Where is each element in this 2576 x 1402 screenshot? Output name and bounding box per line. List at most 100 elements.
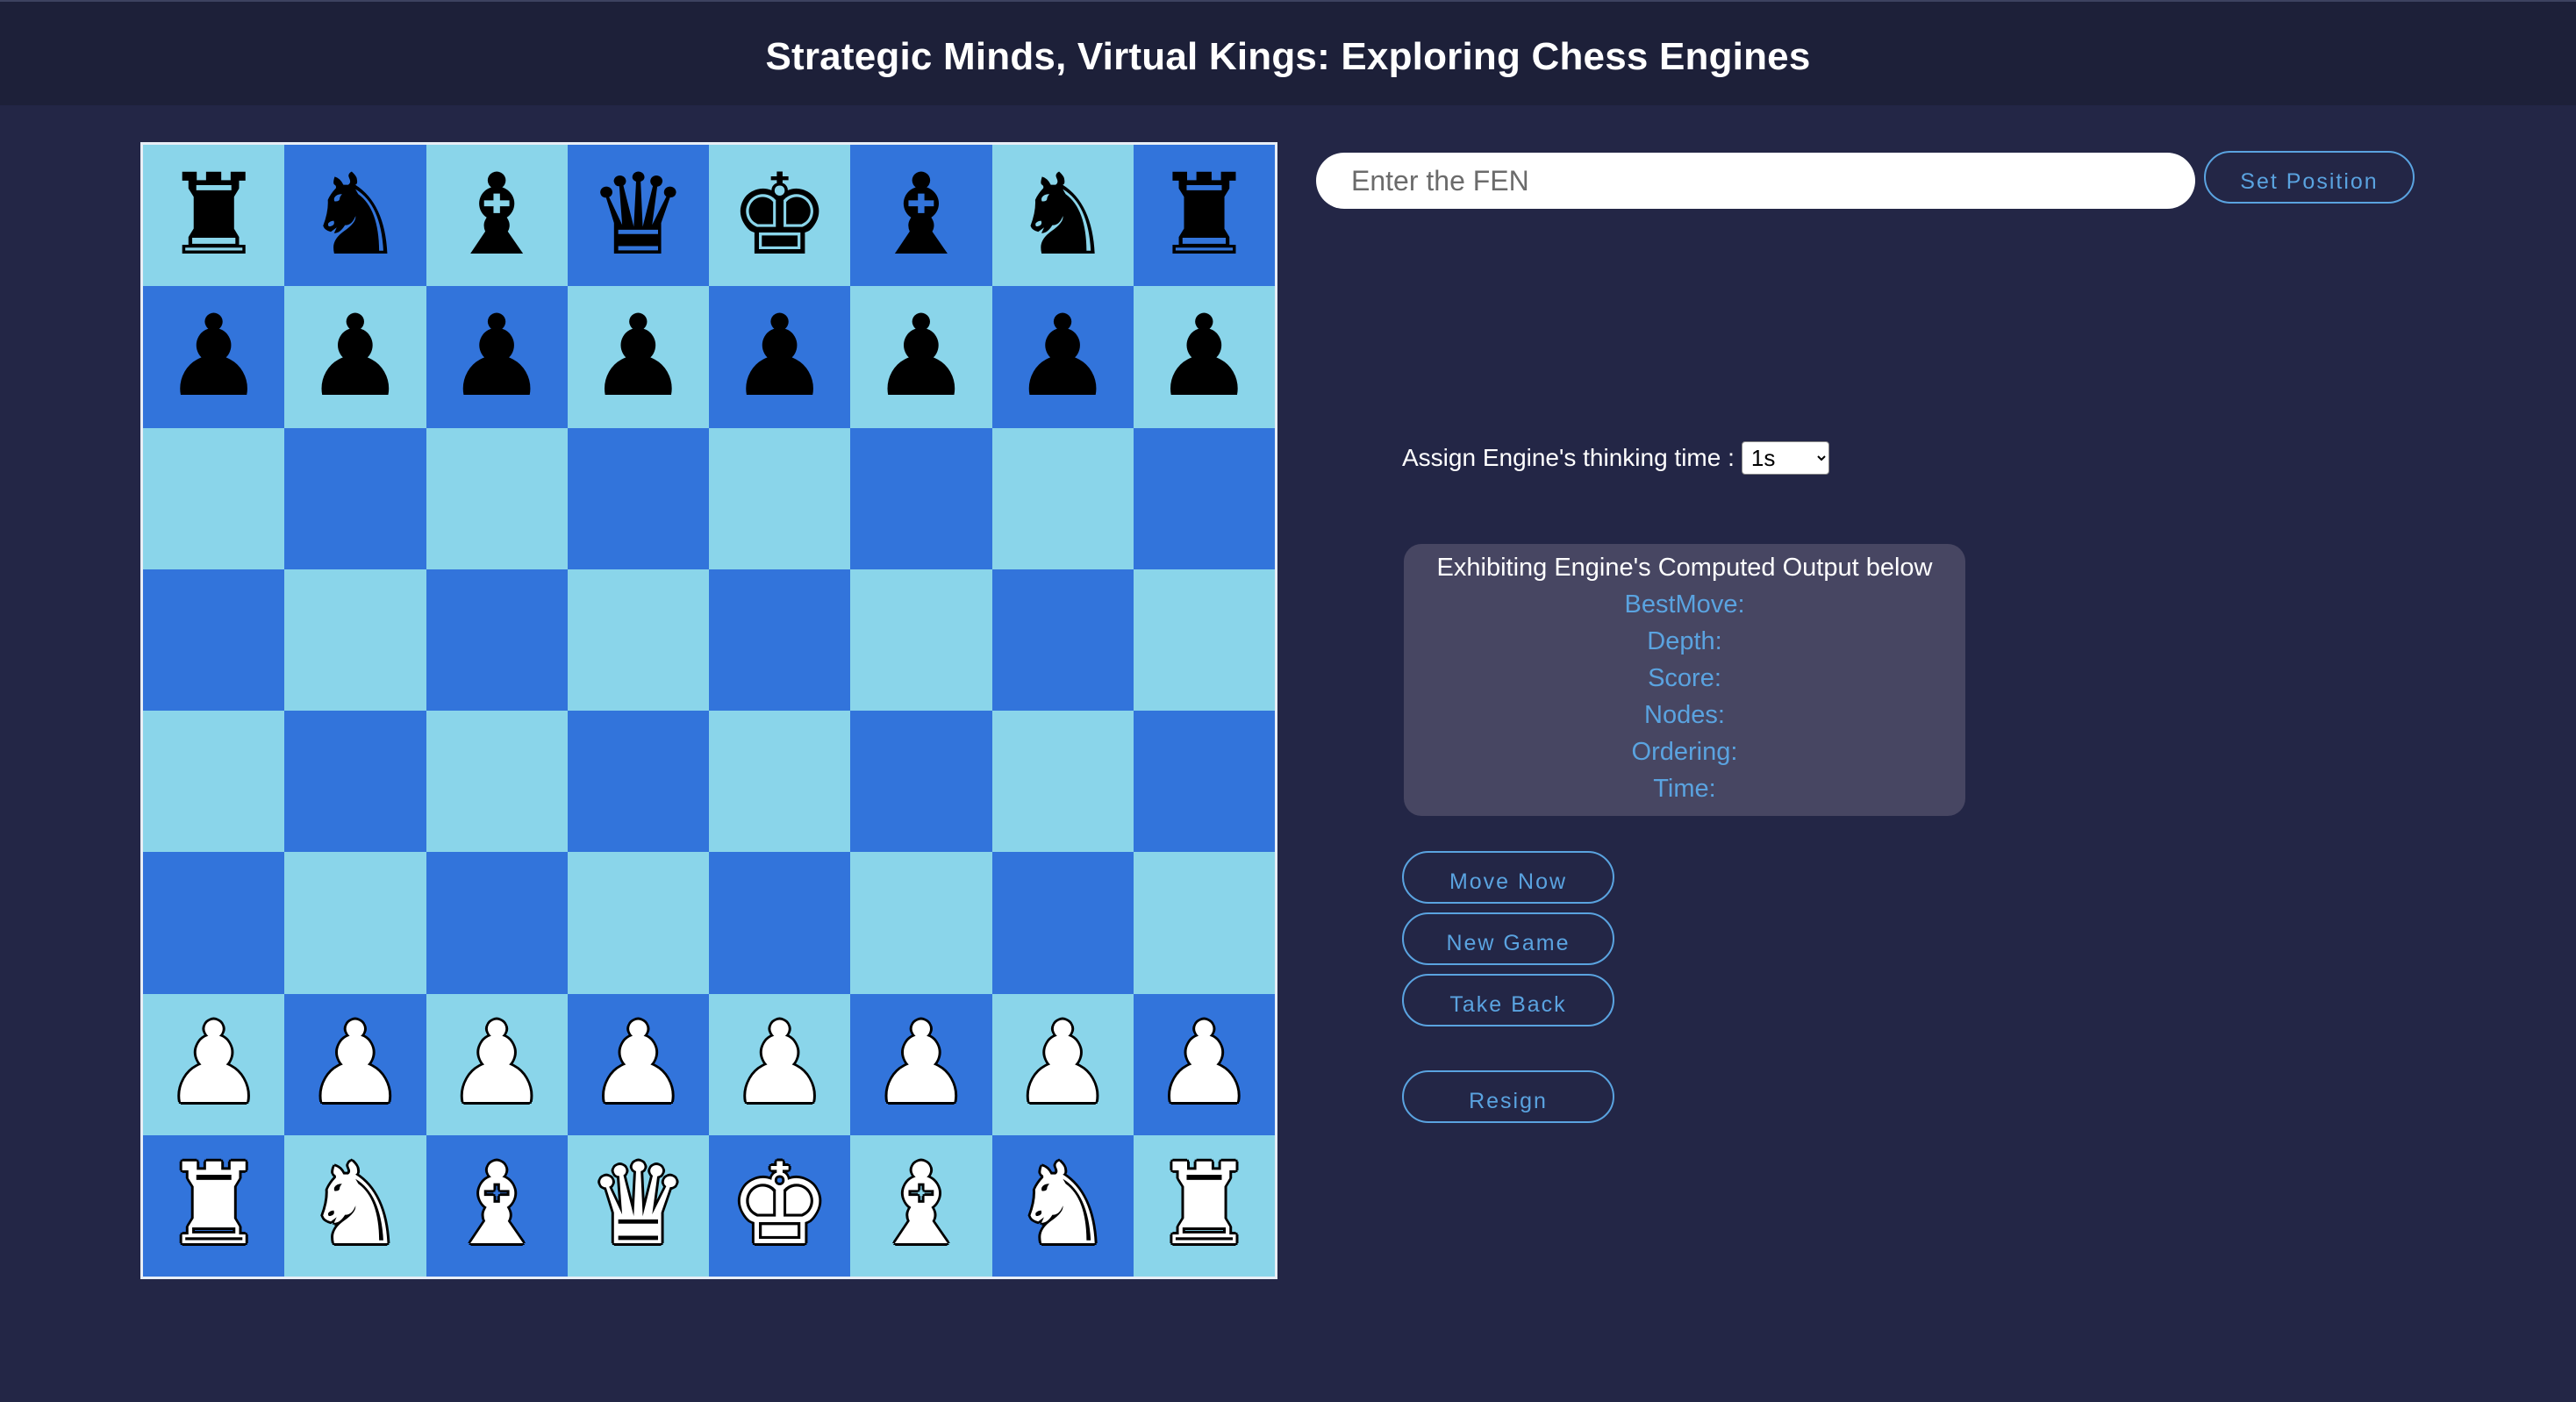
square-b5[interactable] xyxy=(284,569,426,711)
black-bishop-icon[interactable]: ♝ xyxy=(871,159,972,272)
square-c1[interactable]: ♝ xyxy=(426,1134,568,1277)
square-g7[interactable]: ♟ xyxy=(991,286,1134,428)
square-d2[interactable]: ♟ xyxy=(567,993,709,1135)
square-e4[interactable] xyxy=(709,711,851,853)
white-rook-icon[interactable]: ♜ xyxy=(163,1149,264,1262)
black-pawn-icon[interactable]: ♟ xyxy=(729,300,830,413)
square-g4[interactable] xyxy=(991,711,1134,853)
white-rook-icon[interactable]: ♜ xyxy=(1154,1149,1255,1262)
square-d3[interactable] xyxy=(567,852,709,994)
white-pawn-icon[interactable]: ♟ xyxy=(588,1008,689,1120)
square-g3[interactable] xyxy=(991,852,1134,994)
square-c4[interactable] xyxy=(426,711,568,853)
white-pawn-icon[interactable]: ♟ xyxy=(163,1008,264,1120)
thinking-time-select[interactable]: 1s xyxy=(1741,441,1829,475)
white-king-icon[interactable]: ♚ xyxy=(729,1149,830,1262)
square-b1[interactable]: ♞ xyxy=(284,1134,426,1277)
square-a6[interactable] xyxy=(143,427,285,569)
square-e2[interactable]: ♟ xyxy=(709,993,851,1135)
square-h6[interactable] xyxy=(1133,427,1275,569)
square-b4[interactable] xyxy=(284,711,426,853)
square-a4[interactable] xyxy=(143,711,285,853)
square-f3[interactable] xyxy=(850,852,992,994)
square-c3[interactable] xyxy=(426,852,568,994)
square-b7[interactable]: ♟ xyxy=(284,286,426,428)
square-h2[interactable]: ♟ xyxy=(1133,993,1275,1135)
square-g2[interactable]: ♟ xyxy=(991,993,1134,1135)
black-bishop-icon[interactable]: ♝ xyxy=(447,159,547,272)
square-e6[interactable] xyxy=(709,427,851,569)
white-pawn-icon[interactable]: ♟ xyxy=(871,1008,972,1120)
square-b8[interactable]: ♞ xyxy=(284,145,426,287)
square-b2[interactable]: ♟ xyxy=(284,993,426,1135)
square-d4[interactable] xyxy=(567,711,709,853)
white-pawn-icon[interactable]: ♟ xyxy=(305,1008,406,1120)
take-back-button[interactable]: Take Back xyxy=(1402,974,1614,1026)
white-pawn-icon[interactable]: ♟ xyxy=(1154,1008,1255,1120)
square-g1[interactable]: ♞ xyxy=(991,1134,1134,1277)
square-e7[interactable]: ♟ xyxy=(709,286,851,428)
square-c8[interactable]: ♝ xyxy=(426,145,568,287)
square-a5[interactable] xyxy=(143,569,285,711)
square-c6[interactable] xyxy=(426,427,568,569)
square-h4[interactable] xyxy=(1133,711,1275,853)
black-pawn-icon[interactable]: ♟ xyxy=(447,300,547,413)
square-e1[interactable]: ♚ xyxy=(709,1134,851,1277)
square-g5[interactable] xyxy=(991,569,1134,711)
square-c7[interactable]: ♟ xyxy=(426,286,568,428)
square-f4[interactable] xyxy=(850,711,992,853)
square-g6[interactable] xyxy=(991,427,1134,569)
square-f1[interactable]: ♝ xyxy=(850,1134,992,1277)
square-a7[interactable]: ♟ xyxy=(143,286,285,428)
square-b3[interactable] xyxy=(284,852,426,994)
white-bishop-icon[interactable]: ♝ xyxy=(871,1149,972,1262)
black-rook-icon[interactable]: ♜ xyxy=(1154,159,1255,272)
square-c5[interactable] xyxy=(426,569,568,711)
white-pawn-icon[interactable]: ♟ xyxy=(447,1008,547,1120)
chess-board[interactable]: ♜ ♞ ♝ ♛ ♚ ♝ ♞ ♜ ♟ ♟ ♟ ♟ ♟ ♟ ♟ ♟ ♟ ♟ ♟ ♟ ♟ ♟ ♟ ♟ ♜ ♞ ♝ ♛ ♚ ♝ ♞ ♜ xyxy=(140,142,1277,1279)
black-king-icon[interactable]: ♚ xyxy=(729,159,830,272)
black-rook-icon[interactable]: ♜ xyxy=(163,159,264,272)
square-d8[interactable]: ♛ xyxy=(567,145,709,287)
white-knight-icon[interactable]: ♞ xyxy=(305,1149,406,1262)
square-e8[interactable]: ♚ xyxy=(709,145,851,287)
resign-button[interactable]: Resign xyxy=(1402,1070,1614,1123)
square-f7[interactable]: ♟ xyxy=(850,286,992,428)
black-pawn-icon[interactable]: ♟ xyxy=(1013,300,1113,413)
black-knight-icon[interactable]: ♞ xyxy=(305,159,406,272)
white-bishop-icon[interactable]: ♝ xyxy=(447,1149,547,1262)
new-game-button[interactable]: New Game xyxy=(1402,912,1614,965)
black-pawn-icon[interactable]: ♟ xyxy=(163,300,264,413)
white-queen-icon[interactable]: ♛ xyxy=(588,1149,689,1262)
black-pawn-icon[interactable]: ♟ xyxy=(588,300,689,413)
square-c2[interactable]: ♟ xyxy=(426,993,568,1135)
square-d1[interactable]: ♛ xyxy=(567,1134,709,1277)
square-a2[interactable]: ♟ xyxy=(143,993,285,1135)
square-f6[interactable] xyxy=(850,427,992,569)
square-g8[interactable]: ♞ xyxy=(991,145,1134,287)
square-e5[interactable] xyxy=(709,569,851,711)
square-h3[interactable] xyxy=(1133,852,1275,994)
square-a3[interactable] xyxy=(143,852,285,994)
square-f2[interactable]: ♟ xyxy=(850,993,992,1135)
black-pawn-icon[interactable]: ♟ xyxy=(871,300,972,413)
square-a8[interactable]: ♜ xyxy=(143,145,285,287)
square-d7[interactable]: ♟ xyxy=(567,286,709,428)
square-e3[interactable] xyxy=(709,852,851,994)
square-b6[interactable] xyxy=(284,427,426,569)
white-knight-icon[interactable]: ♞ xyxy=(1013,1149,1113,1262)
square-a1[interactable]: ♜ xyxy=(143,1134,285,1277)
square-f5[interactable] xyxy=(850,569,992,711)
square-h5[interactable] xyxy=(1133,569,1275,711)
square-h8[interactable]: ♜ xyxy=(1133,145,1275,287)
square-h1[interactable]: ♜ xyxy=(1133,1134,1275,1277)
fen-input[interactable] xyxy=(1316,153,2195,209)
square-f8[interactable]: ♝ xyxy=(850,145,992,287)
square-d5[interactable] xyxy=(567,569,709,711)
black-queen-icon[interactable]: ♛ xyxy=(588,159,689,272)
square-d6[interactable] xyxy=(567,427,709,569)
black-pawn-icon[interactable]: ♟ xyxy=(1154,300,1255,413)
square-h7[interactable]: ♟ xyxy=(1133,286,1275,428)
white-pawn-icon[interactable]: ♟ xyxy=(1013,1008,1113,1120)
black-knight-icon[interactable]: ♞ xyxy=(1013,159,1113,272)
